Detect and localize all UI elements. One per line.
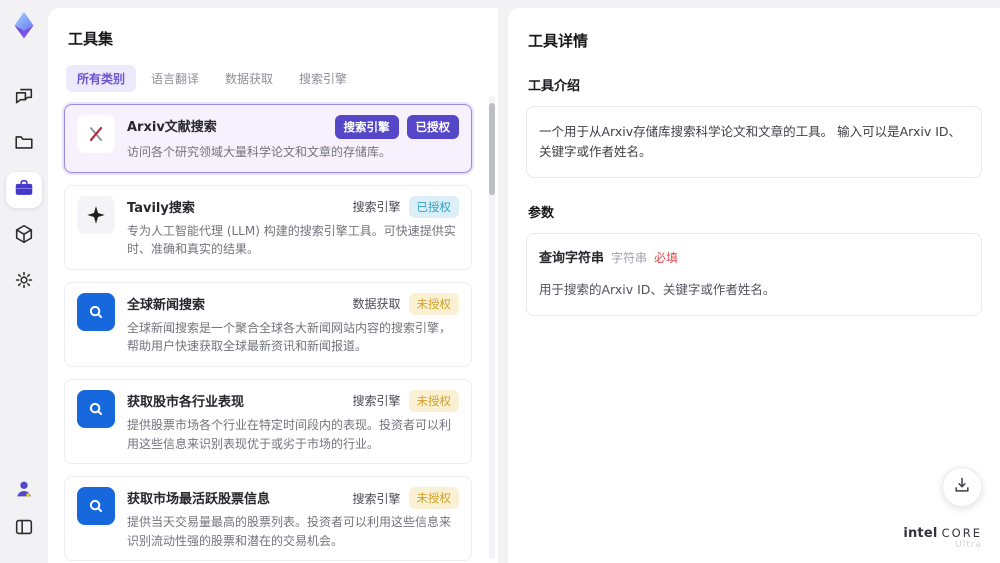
category-badge: 数据获取 bbox=[352, 297, 401, 312]
app-logo bbox=[9, 10, 39, 40]
sidebar-item-chat[interactable] bbox=[6, 80, 42, 116]
download-icon bbox=[952, 475, 972, 499]
category-badge: 搜索引擎 bbox=[334, 115, 399, 139]
app-sidebar bbox=[0, 0, 48, 563]
param-required-badge: 必填 bbox=[654, 251, 679, 265]
tool-name: Tavily搜索 bbox=[127, 200, 195, 216]
status-badge: 未授权 bbox=[408, 389, 459, 412]
download-button[interactable] bbox=[942, 467, 982, 507]
status-badge: 未授权 bbox=[408, 292, 459, 315]
status-badge: 已授权 bbox=[406, 115, 459, 139]
category-tabs: 所有类别 语言翻译 数据获取 搜索引擎 bbox=[66, 65, 484, 92]
folder-icon bbox=[13, 131, 35, 157]
tab-category-2[interactable]: 数据获取 bbox=[214, 65, 284, 92]
tool-card[interactable]: 获取股市各行业表现 搜索引擎 未授权提供股票市场各个行业在特定时间段内的表现。投资者… bbox=[64, 378, 472, 465]
panel-toggle-icon bbox=[13, 516, 35, 542]
tab-category-0[interactable]: 所有类别 bbox=[66, 65, 137, 92]
tool-card[interactable]: 全球新闻搜索 数据获取 未授权全球新闻搜索是一个聚合全球各大新闻网站内容的搜索引擎，… bbox=[64, 281, 472, 367]
list-scrollbar[interactable] bbox=[489, 96, 495, 559]
tool-description: 提供股票市场各个行业在特定时间段内的表现。投资者可以利用这些信息来识别表现优于或… bbox=[127, 417, 452, 451]
cube-icon bbox=[13, 223, 35, 249]
tool-description: 全球新闻搜索是一个聚合全球各大新闻网站内容的搜索引擎，帮助用户快速获取全球最新资… bbox=[127, 320, 452, 354]
tool-name: Arxiv文献搜索 bbox=[127, 120, 217, 135]
sidebar-item-cube[interactable] bbox=[6, 218, 42, 254]
page-title: 工具集 bbox=[68, 30, 114, 48]
sidebar-item-briefcase[interactable] bbox=[6, 172, 42, 208]
tool-description: 专为人工智能代理 (LLM) 构建的搜索引擎工具。可快速提供实时、准确和真实的结… bbox=[127, 223, 456, 257]
status-badge: 未授权 bbox=[408, 487, 459, 510]
tool-name: 获取市场最活跃股票信息 bbox=[127, 492, 271, 508]
sidebar-item-gear[interactable] bbox=[6, 264, 42, 300]
param-box: 查询字符串 字符串 必填 用于搜索的Arxiv ID、关键字或作者姓名。 bbox=[526, 233, 982, 316]
sidebar-item-user[interactable] bbox=[6, 473, 42, 509]
search-blue-icon bbox=[77, 292, 115, 331]
search-blue-icon bbox=[77, 487, 115, 526]
tool-detail-panel: 工具详情 工具介绍 一个用于从Arxiv存储库搜索科学论文和文章的工具。 输入可… bbox=[508, 8, 1000, 563]
gear-icon bbox=[13, 269, 35, 295]
intro-text: 一个用于从Arxiv存储库搜索科学论文和文章的工具。 输入可以是Arxiv ID… bbox=[539, 124, 962, 159]
sidebar-item-panel-toggle[interactable] bbox=[6, 511, 42, 547]
search-blue-icon bbox=[77, 389, 115, 428]
tab-category-3[interactable]: 搜索引擎 bbox=[288, 65, 358, 92]
chat-icon bbox=[13, 85, 35, 111]
tab-category-1[interactable]: 语言翻译 bbox=[140, 65, 210, 92]
core-brand-text: core bbox=[941, 525, 982, 540]
category-badge: 搜索引擎 bbox=[352, 491, 401, 506]
app-window: 工具集 所有类别 语言翻译 数据获取 搜索引擎 Arxiv文献搜索 搜索引擎 已授权 访问各… bbox=[0, 0, 1000, 563]
intel-brand-text: intel bbox=[903, 525, 938, 541]
sidebar-item-folder[interactable] bbox=[6, 126, 42, 162]
chip-series-text: Ultra bbox=[955, 540, 982, 551]
user-icon bbox=[13, 478, 35, 504]
tool-name: 获取股市各行业表现 bbox=[127, 394, 245, 410]
tool-description: 访问各个研究领域大量科学论文和文章的存储库。 bbox=[127, 145, 392, 159]
scrollbar-thumb[interactable] bbox=[489, 103, 495, 195]
param-type: 字符串 bbox=[611, 251, 648, 265]
star-icon bbox=[77, 195, 115, 234]
status-badge: 已授权 bbox=[408, 195, 459, 218]
tool-card[interactable]: Arxiv文献搜索 搜索引擎 已授权 访问各个研究领域大量科学论文和文章的存储库。 bbox=[64, 104, 472, 173]
tool-name: 全球新闻搜索 bbox=[127, 297, 206, 313]
category-badge: 搜索引擎 bbox=[352, 200, 401, 215]
intel-core-logo: intel core Ultra bbox=[903, 525, 982, 551]
detail-title: 工具详情 bbox=[528, 32, 589, 50]
briefcase-icon bbox=[13, 177, 35, 203]
params-heading: 参数 bbox=[528, 206, 555, 221]
tool-list: Arxiv文献搜索 搜索引擎 已授权 访问各个研究领域大量科学论文和文章的存储库。 Ta… bbox=[64, 104, 484, 563]
main-content: 工具集 所有类别 语言翻译 数据获取 搜索引擎 Arxiv文献搜索 搜索引擎 已授权 访问各… bbox=[48, 0, 1000, 563]
param-name: 查询字符串 bbox=[539, 251, 605, 266]
tool-card[interactable]: Tavily搜索 搜索引擎 已授权专为人工智能代理 (LLM) 构建的搜索引擎工具。… bbox=[64, 184, 472, 270]
intro-heading: 工具介绍 bbox=[528, 79, 581, 94]
intro-box: 一个用于从Arxiv存储库搜索科学论文和文章的工具。 输入可以是Arxiv ID… bbox=[526, 106, 982, 178]
arxiv-icon bbox=[77, 115, 115, 153]
category-badge: 搜索引擎 bbox=[352, 394, 401, 409]
param-description: 用于搜索的Arxiv ID、关键字或作者姓名。 bbox=[539, 281, 776, 297]
tool-description: 提供当天交易量最高的股票列表。投资者可以利用这些信息来识别流动性强的股票和潜在的… bbox=[127, 515, 452, 548]
tool-list-panel: 工具集 所有类别 语言翻译 数据获取 搜索引擎 Arxiv文献搜索 搜索引擎 已授权 访问各… bbox=[48, 8, 498, 563]
tool-card[interactable]: 获取市场最活跃股票信息 搜索引擎 未授权提供当天交易量最高的股票列表。投资者可以利用… bbox=[64, 476, 472, 562]
